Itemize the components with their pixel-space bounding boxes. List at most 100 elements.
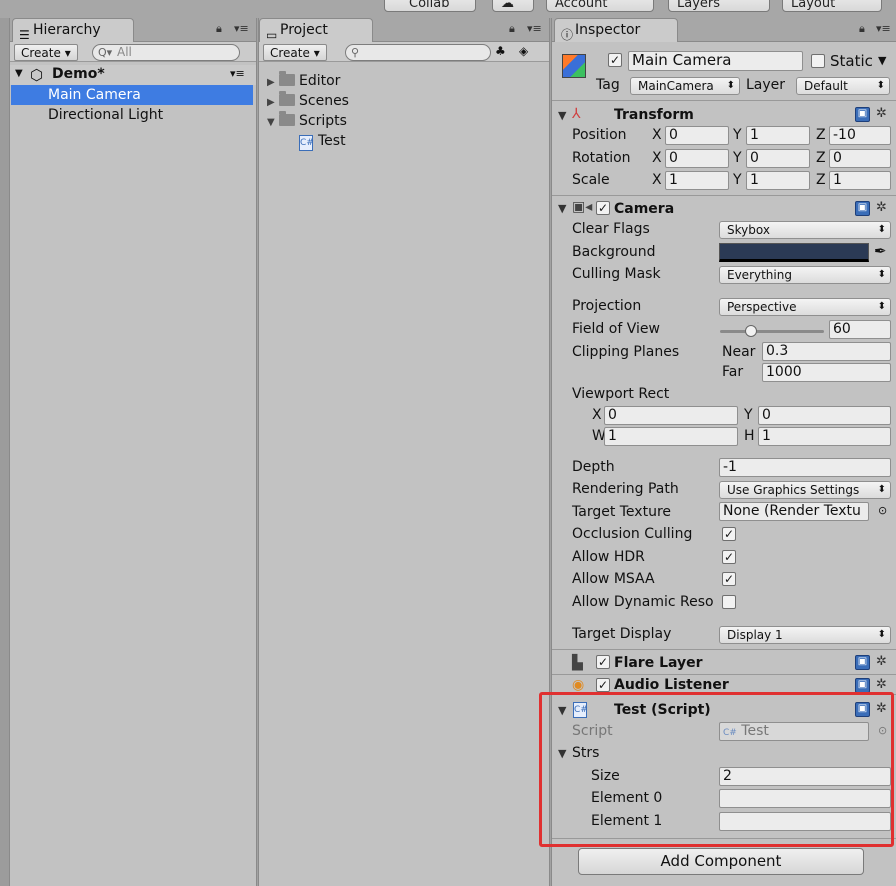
project-folder-scenes[interactable]: ▶ Scenes	[267, 91, 349, 111]
tag-dropdown[interactable]: MainCamera	[630, 77, 740, 95]
hierarchy-item-directional-light[interactable]: Directional Light	[10, 105, 256, 125]
gear-icon[interactable]: ✲	[876, 106, 887, 121]
scene-menu-icon[interactable]: ▾≡	[230, 67, 245, 80]
near-field[interactable]: 0.3	[762, 342, 891, 361]
hierarchy-search-input[interactable]: Q▾ All	[92, 44, 240, 61]
collapse-triangle[interactable]: ▼	[267, 113, 279, 133]
clipping-planes-label: Clipping Planes	[572, 344, 680, 360]
scale-y-value: 1	[750, 172, 759, 188]
scene-row[interactable]: ▼ ⬡ Demo* ▾≡	[10, 65, 256, 85]
camera-foldout[interactable]: ▼	[558, 202, 566, 215]
gear-icon[interactable]: ✲	[876, 654, 887, 669]
cloud-button[interactable]: ☁	[492, 0, 534, 12]
lock-icon[interactable]: 🔒︎	[216, 22, 222, 36]
occlusion-culling-checkbox[interactable]: ✓	[722, 527, 736, 541]
panel-menu-icon[interactable]: ▾≡	[527, 22, 542, 35]
hierarchy-item-main-camera[interactable]: Main Camera	[11, 85, 253, 105]
expand-triangle[interactable]: ▶	[267, 93, 279, 113]
filter-by-label-icon[interactable]: ◈	[519, 44, 528, 58]
depth-field[interactable]: -1	[719, 458, 891, 477]
collab-button[interactable]: Collab	[384, 0, 476, 12]
create-label: Create	[270, 46, 310, 60]
viewport-h-field[interactable]: 1	[758, 427, 891, 446]
expand-triangle[interactable]: ▶	[267, 73, 279, 93]
target-texture-field[interactable]: None (Render Textu	[719, 502, 869, 521]
panel-menu-icon[interactable]: ▾≡	[876, 22, 891, 35]
fov-field[interactable]: 60	[829, 320, 891, 339]
allow-dynamic-resolution-checkbox[interactable]	[722, 595, 736, 609]
layout-dropdown[interactable]: Layout	[782, 0, 882, 12]
far-field[interactable]: 1000	[762, 363, 891, 382]
scale-y-field[interactable]: 1	[746, 171, 810, 190]
rotation-y-field[interactable]: 0	[746, 149, 810, 168]
project-panel: ▭ Project 🔒︎ ▾≡ Create ▾ ⚲ ♣ ◈ ▶ Editor ▶…	[258, 18, 550, 886]
audio-listener-header[interactable]: ◉ ✓ Audio Listener ▣ ✲	[552, 675, 896, 692]
eyedropper-icon[interactable]: ✒	[874, 242, 887, 260]
y-label: Y	[733, 127, 742, 143]
position-x-field[interactable]: 0	[665, 126, 729, 145]
allow-msaa-checkbox[interactable]: ✓	[722, 572, 736, 586]
viewport-h-value: 1	[762, 428, 771, 444]
account-label: Account	[555, 0, 608, 11]
target-display-dropdown[interactable]: Display 1	[719, 626, 891, 644]
tab-inspector[interactable]: ⓘ Inspector	[554, 18, 678, 42]
rotation-z-field[interactable]: 0	[829, 149, 891, 168]
z-label: Z	[816, 172, 826, 188]
hierarchy-tab-label: Hierarchy	[33, 22, 101, 38]
static-dropdown-icon[interactable]: ▼	[878, 54, 886, 67]
projection-dropdown[interactable]: Perspective	[719, 298, 891, 316]
help-icon[interactable]: ▣	[855, 201, 870, 216]
tab-hierarchy[interactable]: ☰ Hierarchy	[12, 18, 134, 42]
help-icon[interactable]: ▣	[855, 678, 870, 692]
project-script-test[interactable]: C# Test	[299, 131, 346, 151]
help-icon[interactable]: ▣	[855, 655, 870, 670]
clear-flags-label: Clear Flags	[572, 221, 650, 237]
filter-by-type-icon[interactable]: ♣	[495, 44, 506, 58]
object-picker-icon[interactable]: ⊙	[878, 504, 887, 517]
fov-slider-track[interactable]	[720, 330, 824, 333]
viewport-y-field[interactable]: 0	[758, 406, 891, 425]
lock-icon[interactable]: 🔒︎	[509, 22, 515, 36]
clear-flags-dropdown[interactable]: Skybox	[719, 221, 891, 239]
fov-slider-thumb[interactable]	[745, 325, 758, 337]
info-icon: ⓘ	[561, 28, 574, 42]
project-folder-scripts[interactable]: ▼ Scripts	[267, 111, 347, 131]
scale-x-field[interactable]: 1	[665, 171, 729, 190]
object-name-field[interactable]: Main Camera	[628, 51, 803, 71]
viewport-x-field[interactable]: 0	[604, 406, 738, 425]
layers-dropdown[interactable]: Layers	[668, 0, 770, 12]
transform-foldout[interactable]: ▼	[558, 109, 566, 122]
hierarchy-create-button[interactable]: Create ▾	[14, 44, 78, 61]
camera-enabled-checkbox[interactable]: ✓	[596, 201, 610, 215]
culling-mask-dropdown[interactable]: Everything	[719, 266, 891, 284]
allow-hdr-checkbox[interactable]: ✓	[722, 550, 736, 564]
tab-project[interactable]: ▭ Project	[259, 18, 373, 42]
active-checkbox[interactable]: ✓	[608, 53, 622, 67]
audio-listener-checkbox[interactable]: ✓	[596, 678, 610, 692]
depth-label: Depth	[572, 459, 615, 475]
lock-icon[interactable]: 🔒︎	[859, 22, 865, 36]
panel-menu-icon[interactable]: ▾≡	[234, 22, 249, 35]
project-create-button[interactable]: Create ▾	[263, 44, 327, 61]
flare-layer-checkbox[interactable]: ✓	[596, 655, 610, 669]
gear-icon[interactable]: ✲	[876, 677, 887, 692]
fov-label: Field of View	[572, 321, 660, 337]
scale-z-field[interactable]: 1	[829, 171, 891, 190]
position-z-field[interactable]: -10	[829, 126, 891, 145]
layer-dropdown[interactable]: Default	[796, 77, 890, 95]
help-icon[interactable]: ▣	[855, 107, 870, 122]
scene-expand-triangle[interactable]: ▼	[15, 68, 23, 79]
occlusion-culling-label: Occlusion Culling	[572, 526, 693, 542]
account-dropdown[interactable]: Account	[546, 0, 654, 12]
rotation-x-field[interactable]: 0	[665, 149, 729, 168]
viewport-w-field[interactable]: 1	[604, 427, 738, 446]
rendering-path-dropdown[interactable]: Use Graphics Settings	[719, 481, 891, 499]
background-color-swatch[interactable]	[719, 243, 869, 262]
add-component-button[interactable]: Add Component	[578, 848, 864, 875]
position-y-field[interactable]: 1	[746, 126, 810, 145]
project-search-input[interactable]: ⚲	[345, 44, 491, 61]
gear-icon[interactable]: ✲	[876, 200, 887, 215]
x-label: X	[652, 150, 662, 166]
project-folder-editor[interactable]: ▶ Editor	[267, 71, 340, 91]
static-checkbox[interactable]	[811, 54, 825, 68]
